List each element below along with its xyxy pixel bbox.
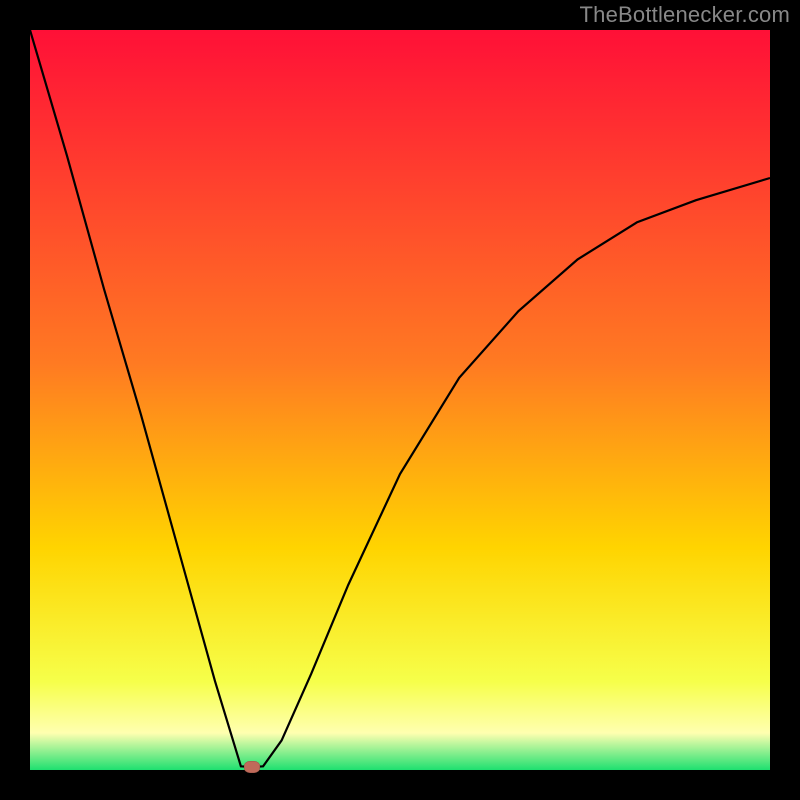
chart-area [30, 30, 770, 770]
bottleneck-chart-svg [30, 30, 770, 770]
chart-background-gradient [30, 30, 770, 770]
optimal-point-marker [244, 761, 260, 773]
watermark-label: TheBottlenecker.com [580, 2, 790, 28]
